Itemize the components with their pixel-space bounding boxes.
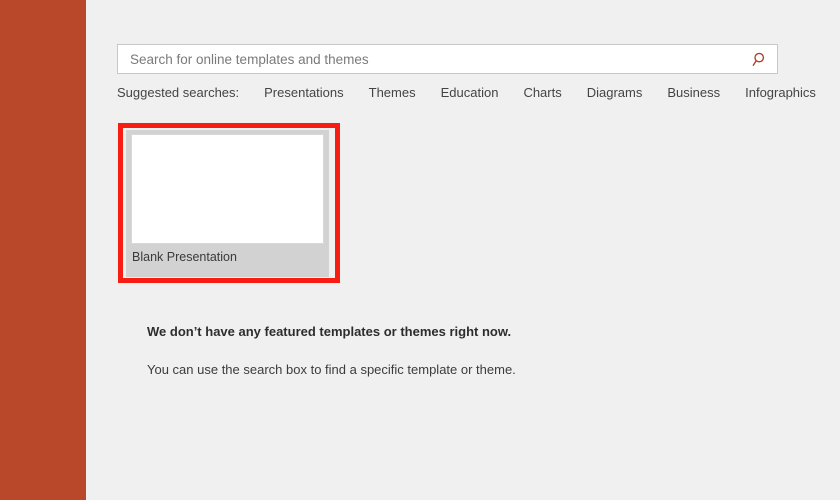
empty-state-secondary-text: You can use the search box to find a spe… (147, 362, 516, 377)
suggested-searches-label: Suggested searches: (117, 84, 240, 100)
suggested-link-presentations[interactable]: Presentations (264, 85, 344, 100)
suggested-link-business[interactable]: Business (667, 85, 720, 100)
powerpoint-new-presentation-screen: Suggested searches: Presentations Themes… (0, 0, 840, 500)
search-button[interactable] (743, 45, 777, 73)
highlight-box (118, 123, 340, 283)
search-input[interactable] (118, 45, 743, 73)
empty-state-primary-text: We don’t have any featured templates or … (147, 324, 512, 339)
suggested-link-education[interactable]: Education (441, 85, 499, 100)
suggested-link-themes[interactable]: Themes (369, 85, 416, 100)
search-bar[interactable] (117, 44, 778, 74)
suggested-link-charts[interactable]: Charts (523, 85, 561, 100)
search-icon (752, 51, 769, 68)
suggested-searches: Suggested searches: Presentations Themes… (117, 83, 816, 101)
empty-state-message: We don’t have any featured templates or … (147, 324, 747, 378)
suggested-link-infographics[interactable]: Infographics (745, 85, 816, 100)
suggested-link-diagrams[interactable]: Diagrams (587, 85, 643, 100)
sidebar-accent-rail (0, 0, 86, 500)
